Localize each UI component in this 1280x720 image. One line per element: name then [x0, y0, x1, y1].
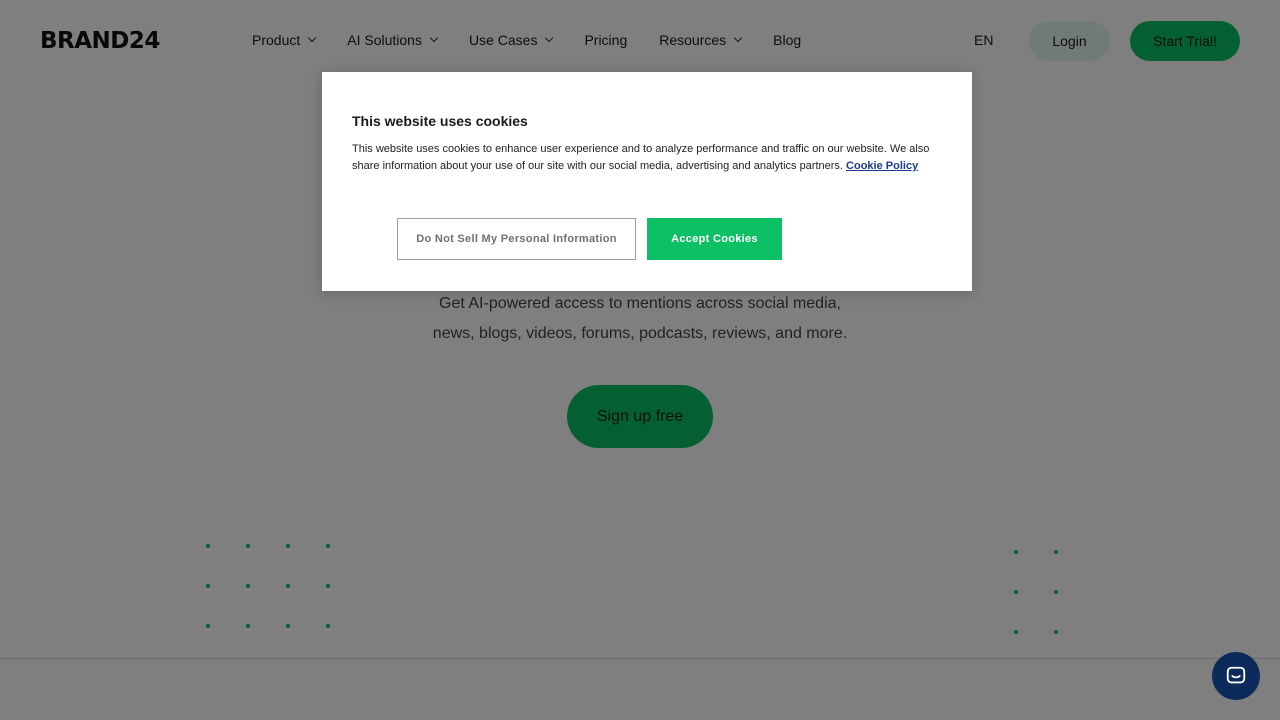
- accept-cookies-button[interactable]: Accept Cookies: [647, 218, 782, 260]
- cookie-text: This website uses cookies to enhance use…: [352, 143, 930, 172]
- cookie-description: This website uses cookies to enhance use…: [352, 141, 942, 175]
- cookie-banner: This website uses cookies This website u…: [322, 72, 972, 291]
- chat-launcher-button[interactable]: [1212, 652, 1260, 700]
- do-not-sell-button[interactable]: Do Not Sell My Personal Information: [397, 218, 636, 260]
- cookie-policy-link[interactable]: Cookie Policy: [846, 160, 918, 172]
- cookie-title: This website uses cookies: [352, 113, 528, 129]
- chat-icon: [1226, 666, 1246, 684]
